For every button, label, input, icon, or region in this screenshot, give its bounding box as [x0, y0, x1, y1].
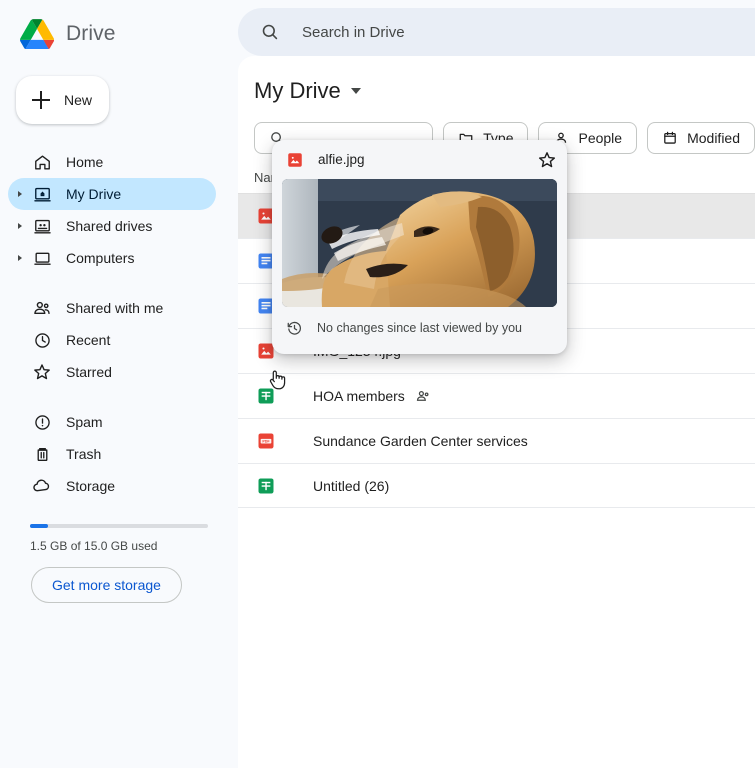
- spam-icon: [32, 412, 52, 432]
- new-button[interactable]: New: [16, 76, 109, 124]
- filter-chip-label: Modified: [687, 130, 740, 146]
- sidebar-item-shared-drives[interactable]: Shared drives: [8, 210, 216, 242]
- sidebar-item-label: Computers: [66, 250, 135, 266]
- storage-progress-bar[interactable]: [30, 524, 208, 528]
- sidebar-item-label: Shared drives: [66, 218, 153, 234]
- sidebar-item-storage[interactable]: Storage: [8, 470, 216, 502]
- preview-thumbnail: [282, 179, 557, 307]
- sidebar-item-recent[interactable]: Recent: [8, 324, 216, 356]
- google-drive-logo-icon: [20, 19, 54, 49]
- sidebar-item-label: Shared with me: [66, 300, 164, 316]
- preview-file-name: alfie.jpg: [318, 152, 365, 167]
- sidebar-item-shared-with-me[interactable]: Shared with me: [8, 292, 216, 324]
- table-row[interactable]: Untitled (26): [238, 463, 755, 508]
- sidebar-item-label: Starred: [66, 364, 112, 380]
- sidebar-nav: Home My Drive Shared drives Computers Sh…: [0, 146, 238, 502]
- shared-drives-icon: [32, 216, 52, 236]
- page-title-row: My Drive: [238, 56, 755, 104]
- pointer-hand-cursor-icon: [269, 370, 286, 390]
- search-bar[interactable]: Search in Drive: [238, 8, 755, 56]
- plus-icon: [32, 91, 50, 109]
- nav-divider-gap: [0, 388, 238, 406]
- sidebar-item-home[interactable]: Home: [8, 146, 216, 178]
- dog-photo: [282, 179, 557, 307]
- clock-icon: [32, 330, 52, 350]
- sidebar-item-label: Spam: [66, 414, 103, 430]
- sidebar-item-label: Recent: [66, 332, 111, 348]
- computer-icon: [32, 248, 52, 268]
- preview-header: alfie.jpg: [272, 140, 567, 179]
- pdf-file-icon: PDF: [258, 433, 274, 449]
- star-outline-icon[interactable]: [537, 150, 557, 170]
- search-input[interactable]: Search in Drive: [302, 24, 405, 41]
- brand: Drive: [0, 0, 238, 56]
- nav-divider-gap: [0, 274, 238, 292]
- preview-history-text: No changes since last viewed by you: [317, 321, 522, 335]
- people-icon: [32, 298, 52, 318]
- get-more-storage-button[interactable]: Get more storage: [31, 567, 182, 603]
- drive-app: Drive New Home My Drive Shared drives Co…: [0, 0, 755, 768]
- sidebar-item-computers[interactable]: Computers: [8, 242, 216, 274]
- sidebar-item-label: Storage: [66, 478, 116, 494]
- sidebar-item-label: Trash: [66, 446, 102, 462]
- brand-name: Drive: [66, 22, 116, 45]
- svg-text:PDF: PDF: [262, 440, 270, 444]
- shared-people-icon: [416, 391, 429, 401]
- expand-caret-icon[interactable]: [18, 223, 22, 229]
- chevron-down-icon[interactable]: [350, 88, 361, 94]
- image-file-icon: [288, 152, 302, 167]
- file-preview-card: alfie.jpg No changes since last viewed b…: [272, 140, 567, 354]
- my-drive-icon: [32, 184, 52, 204]
- storage-used-text: 1.5 GB of 15.0 GB used: [30, 539, 158, 553]
- storage-progress-fill: [30, 524, 48, 528]
- file-name: Sundance Garden Center services: [313, 433, 528, 449]
- calendar-icon: [664, 131, 676, 144]
- sidebar-item-my-drive[interactable]: My Drive: [8, 178, 216, 210]
- storage-section: 1.5 GB of 15.0 GB used Get more storage: [30, 524, 216, 603]
- sidebar-item-starred[interactable]: Starred: [8, 356, 216, 388]
- sidebar: Drive New Home My Drive Shared drives Co…: [0, 0, 238, 768]
- file-name: HOA members: [313, 388, 405, 404]
- file-name: Untitled (26): [313, 477, 390, 494]
- sidebar-item-label: My Drive: [66, 186, 122, 202]
- history-icon: [287, 321, 302, 335]
- sidebar-item-label: Home: [66, 154, 104, 170]
- sidebar-item-spam[interactable]: Spam: [8, 406, 216, 438]
- preview-footer: No changes since last viewed by you: [272, 307, 567, 349]
- cloud-icon: [32, 476, 52, 496]
- sheets-file-icon: [258, 478, 274, 493]
- home-icon: [32, 152, 52, 172]
- new-button-label: New: [64, 92, 93, 108]
- sidebar-item-trash[interactable]: Trash: [8, 438, 216, 470]
- filter-chip-modified[interactable]: Modified: [647, 122, 755, 154]
- trash-icon: [32, 444, 52, 464]
- search-icon: [262, 24, 278, 40]
- table-row[interactable]: PDF Sundance Garden Center services: [238, 418, 755, 463]
- star-icon: [32, 362, 52, 382]
- expand-caret-icon[interactable]: [18, 191, 22, 197]
- page-title: My Drive: [254, 78, 341, 103]
- filter-chip-label: People: [578, 130, 623, 146]
- expand-caret-icon[interactable]: [18, 255, 22, 261]
- table-row[interactable]: HOA members: [238, 373, 755, 418]
